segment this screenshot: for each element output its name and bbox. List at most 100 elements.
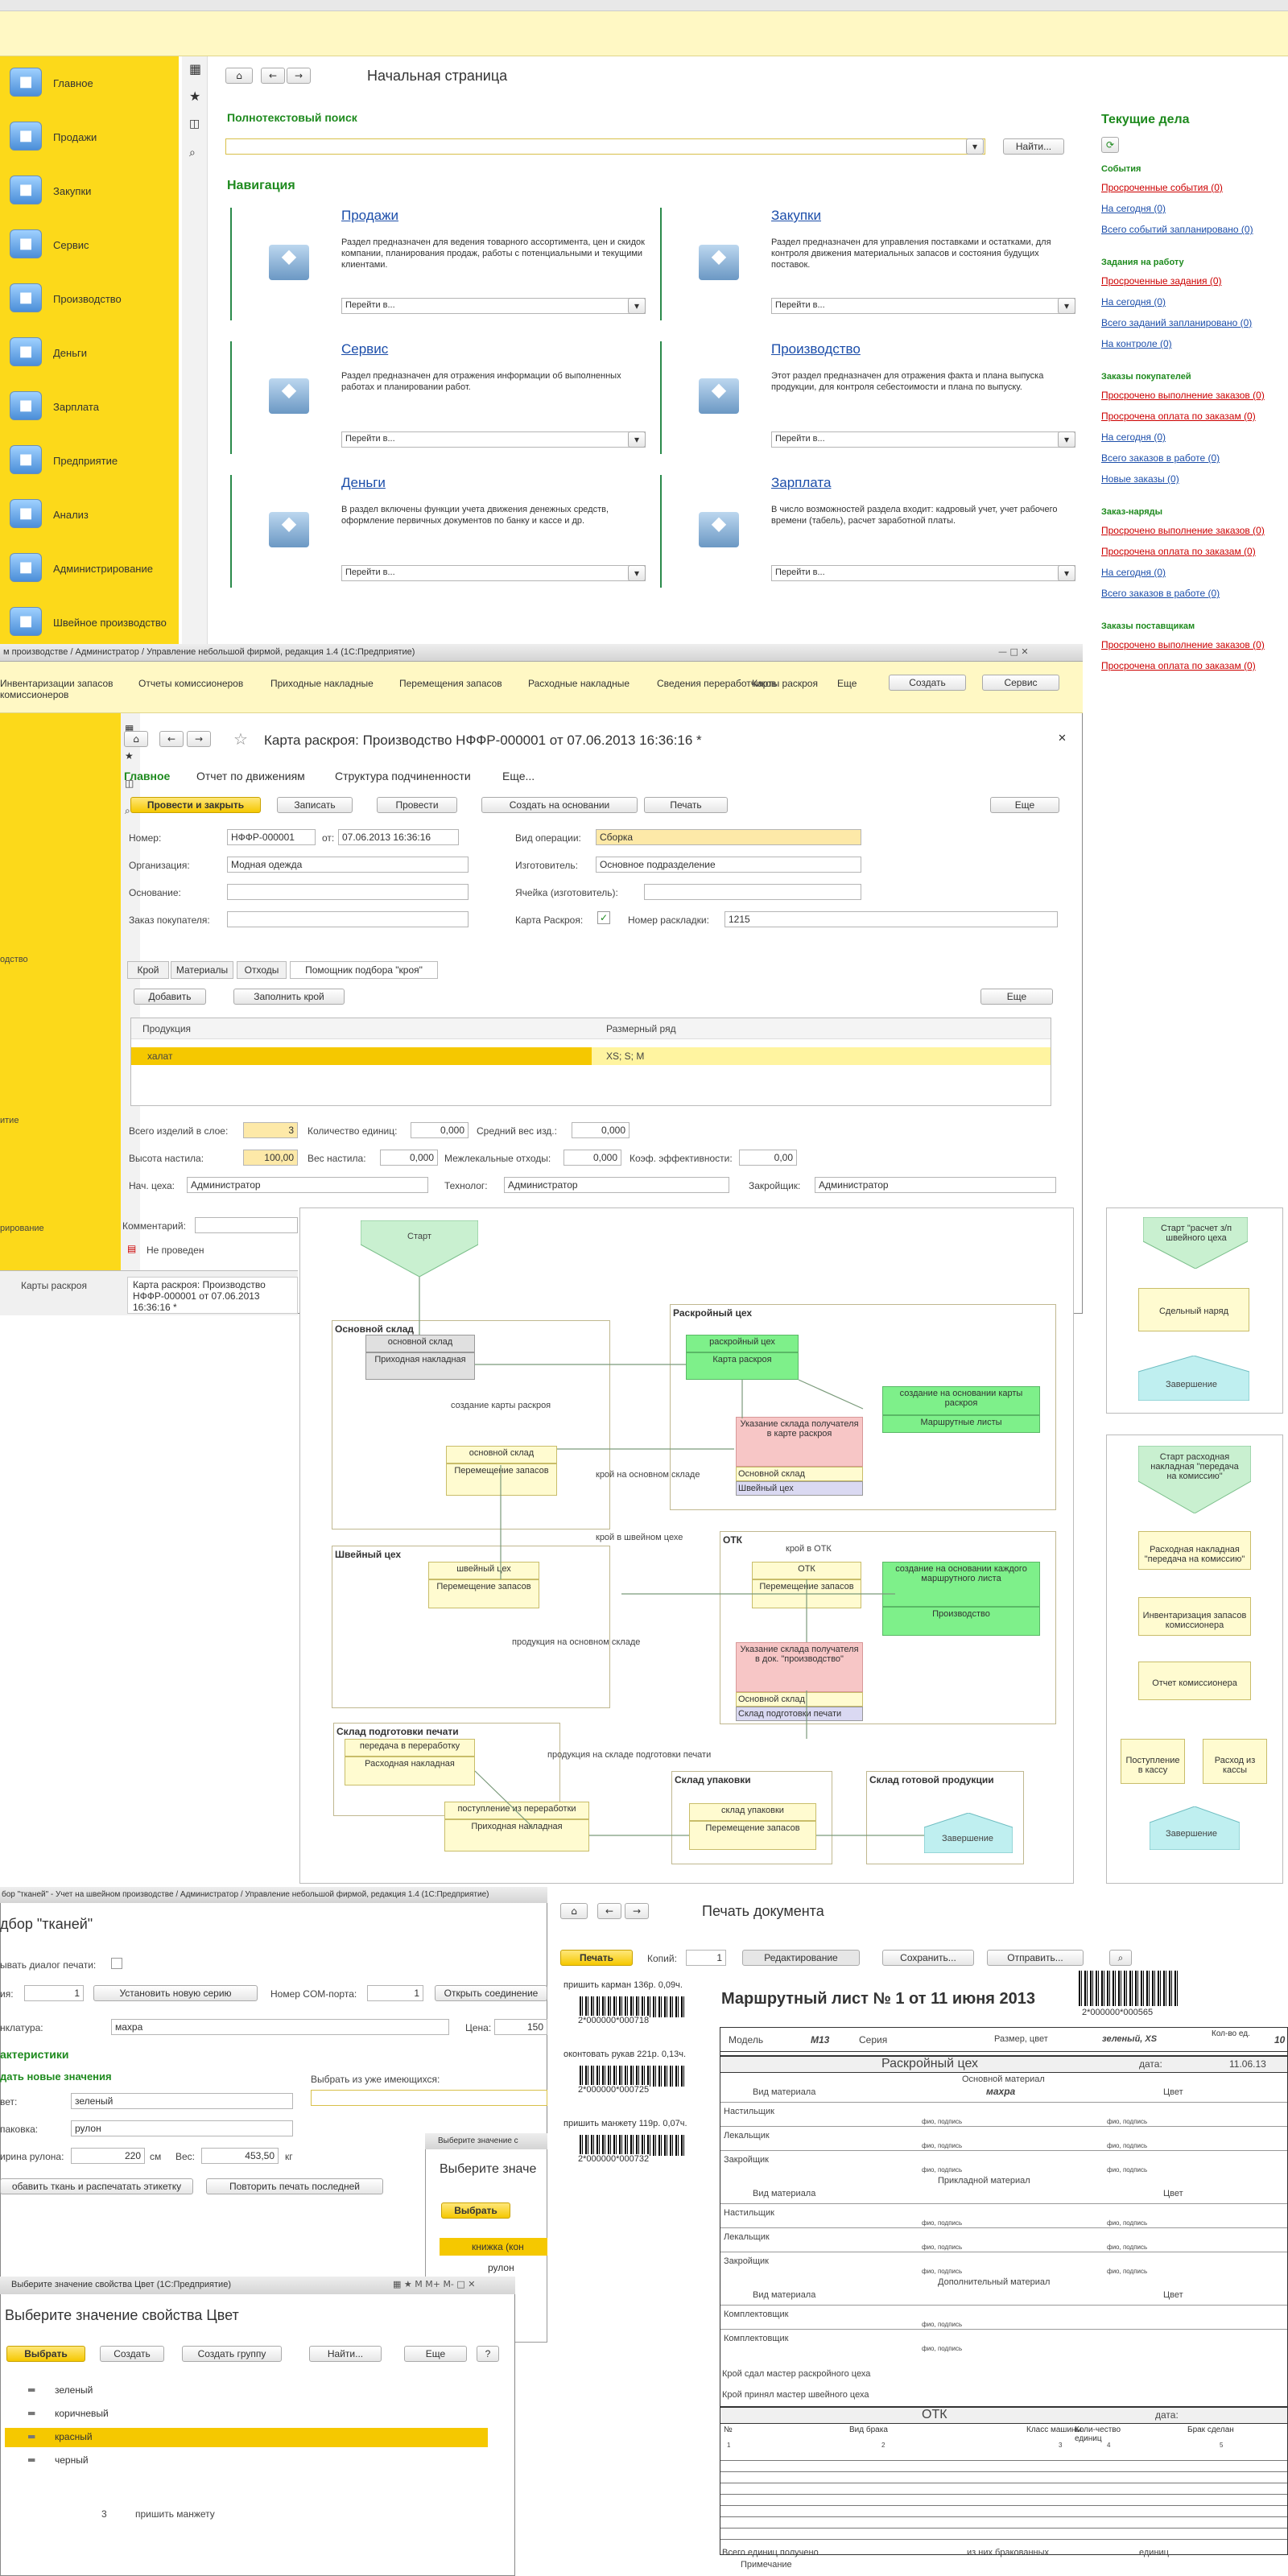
basis-field[interactable] [227, 884, 469, 900]
section-title-2[interactable]: Сервис [341, 341, 388, 357]
current-item[interactable]: Просрочено выполнение заказов (0) [1101, 525, 1265, 536]
efficiency-field[interactable]: 0,00 [739, 1150, 797, 1166]
print-button[interactable]: Печать [560, 1950, 633, 1966]
doc-action-2[interactable]: Провести [377, 797, 457, 813]
doc-back-button[interactable]: ← [159, 731, 184, 747]
goto-dropdown-icon[interactable]: ▾ [628, 298, 646, 314]
star-icon[interactable]: ★ [189, 89, 200, 104]
save-button[interactable]: Сохранить... [882, 1950, 974, 1966]
find-button[interactable]: Найти... [309, 2346, 382, 2362]
technologist-field[interactable]: Администратор [504, 1177, 729, 1193]
doc-tab-3[interactable]: Еще... [502, 770, 535, 782]
create-button[interactable]: Создать [100, 2346, 164, 2362]
toolbar-link-1[interactable]: Отчеты комиссионеров [138, 678, 243, 689]
doc-close-icon[interactable]: ✕ [1058, 733, 1067, 745]
goto-dropdown-icon[interactable]: ▾ [1058, 431, 1075, 448]
cutter-field[interactable]: Администратор [815, 1177, 1056, 1193]
star-icon[interactable]: ★ [125, 750, 134, 762]
back-button[interactable]: ← [261, 68, 285, 84]
section-title-1[interactable]: Закупки [771, 208, 821, 224]
new-series-button[interactable]: Установить новую серию [93, 1985, 258, 2001]
goto-dropdown-icon[interactable]: ▾ [1058, 565, 1075, 581]
sidebar-item-4[interactable]: Производство [53, 293, 122, 305]
goto-dropdown-icon[interactable]: ▾ [628, 431, 646, 448]
goto-dropdown-icon[interactable]: ▾ [628, 565, 646, 581]
operation-field[interactable]: Сборка [596, 829, 861, 845]
doc-home-button[interactable]: ⌂ [124, 731, 148, 747]
sidebar-item-9[interactable]: Администрирование [53, 563, 153, 575]
layout-number-field[interactable]: 1215 [724, 911, 1058, 927]
weight-field[interactable]: 0,000 [380, 1150, 438, 1166]
forward-button[interactable]: → [287, 68, 311, 84]
table-row[interactable]: халат XS; S; M [131, 1047, 1051, 1065]
zoom-button[interactable]: ⌕ [1109, 1950, 1132, 1966]
sub-list-item-selected[interactable]: книжка (кон [440, 2238, 547, 2256]
current-item[interactable]: Всего заказов в работе (0) [1101, 588, 1220, 599]
toolbar-link-0[interactable]: Инвентаризации запасов комиссионеров [0, 678, 121, 700]
choose-button[interactable]: Выбрать [6, 2346, 85, 2362]
roll-width-field[interactable]: 220 [71, 2148, 145, 2164]
sub-tab-0[interactable]: Крой [127, 961, 169, 979]
goto-select-1[interactable]: Перейти в... [771, 298, 1075, 314]
price-field[interactable]: 150 [494, 2019, 547, 2035]
fill-cut-button[interactable]: Заполнить крой [233, 989, 345, 1005]
toolbar-link-2[interactable]: Приходные накладные [270, 678, 374, 689]
current-item[interactable]: Всего событий запланировано (0) [1101, 224, 1253, 235]
nomenclature-field[interactable]: махра [111, 2019, 449, 2035]
current-item[interactable]: Просрочена оплата по заказам (0) [1101, 546, 1256, 557]
current-item[interactable]: Всего заданий запланировано (0) [1101, 317, 1252, 328]
current-item[interactable]: Просроченные задания (0) [1101, 275, 1222, 287]
units-field[interactable]: 0,000 [411, 1122, 469, 1138]
current-item[interactable]: На сегодня (0) [1101, 431, 1166, 443]
sidebar-item-8[interactable]: Анализ [53, 509, 89, 521]
date-field[interactable]: 07.06.2013 16:36:16 [338, 829, 459, 845]
add-button[interactable]: Добавить [134, 989, 206, 1005]
sidebar-item-7[interactable]: Предприятие [53, 455, 118, 467]
section-title-5[interactable]: Зарплата [771, 475, 831, 491]
doc-action-1[interactable]: Записать [277, 797, 353, 813]
sub-tab-3[interactable]: Помощник подбора "кроя" [290, 961, 438, 979]
search-icon[interactable]: ⌕ [125, 805, 130, 817]
comment-field[interactable] [195, 1217, 298, 1233]
current-item[interactable]: На контроле (0) [1101, 338, 1172, 349]
create-group-button[interactable]: Создать группу [182, 2346, 282, 2362]
series-field[interactable]: 1 [24, 1985, 84, 2001]
section-title-4[interactable]: Деньги [341, 475, 386, 491]
send-button[interactable]: Отправить... [987, 1950, 1084, 1966]
goto-dropdown-icon[interactable]: ▾ [1058, 298, 1075, 314]
print-back-button[interactable]: ← [597, 1903, 621, 1919]
toolbar-button-8[interactable]: Создать [889, 675, 966, 691]
home-button[interactable]: ⌂ [225, 68, 253, 84]
tkani-weight-field[interactable]: 453,50 [201, 2148, 279, 2164]
sidebar-item-3[interactable]: Сервис [53, 239, 89, 251]
table-more-button[interactable]: Еще [980, 989, 1053, 1005]
doc-tab-2[interactable]: Структура подчиненности [335, 770, 471, 782]
current-item[interactable]: На сегодня (0) [1101, 567, 1166, 578]
section-title-0[interactable]: Продажи [341, 208, 398, 224]
more-button[interactable]: Еще [404, 2346, 467, 2362]
height-field[interactable]: 100,00 [243, 1150, 298, 1166]
cut-card-checkbox[interactable]: ✓ [597, 911, 610, 924]
packing-field[interactable]: рулон [71, 2120, 293, 2136]
window-controls-icon[interactable]: ▦ ★ M M+ M- □ ✕ [393, 2279, 476, 2289]
items-field[interactable]: 3 [243, 1122, 298, 1138]
current-item[interactable]: Просрочено выполнение заказов (0) [1101, 390, 1265, 401]
goto-select-0[interactable]: Перейти в... [341, 298, 646, 314]
current-item[interactable]: Новые заказы (0) [1101, 473, 1179, 485]
sidebar-item-5[interactable]: Деньги [53, 347, 87, 359]
sidebar-item-0[interactable]: Главное [53, 77, 93, 89]
repeat-print-button[interactable]: Повторить печать последней [206, 2178, 383, 2194]
sidebar-item-2[interactable]: Закупки [53, 185, 91, 197]
current-item[interactable]: На сегодня (0) [1101, 203, 1166, 214]
goto-select-4[interactable]: Перейти в... [341, 565, 646, 581]
favorite-star-icon[interactable]: ☆ [233, 729, 248, 749]
color-field[interactable]: зеленый [71, 2093, 293, 2109]
sub-tab-1[interactable]: Материалы [171, 961, 233, 979]
history-icon[interactable]: ◫ [189, 118, 200, 130]
current-item[interactable]: Просрочена оплата по заказам (0) [1101, 411, 1256, 422]
doc-action-0[interactable]: Провести и закрыть [130, 797, 261, 813]
goto-select-2[interactable]: Перейти в... [341, 431, 646, 448]
chief-field[interactable]: Администратор [187, 1177, 428, 1193]
waste-field[interactable]: 0,000 [564, 1150, 621, 1166]
sub-tab-2[interactable]: Отходы [237, 961, 287, 979]
